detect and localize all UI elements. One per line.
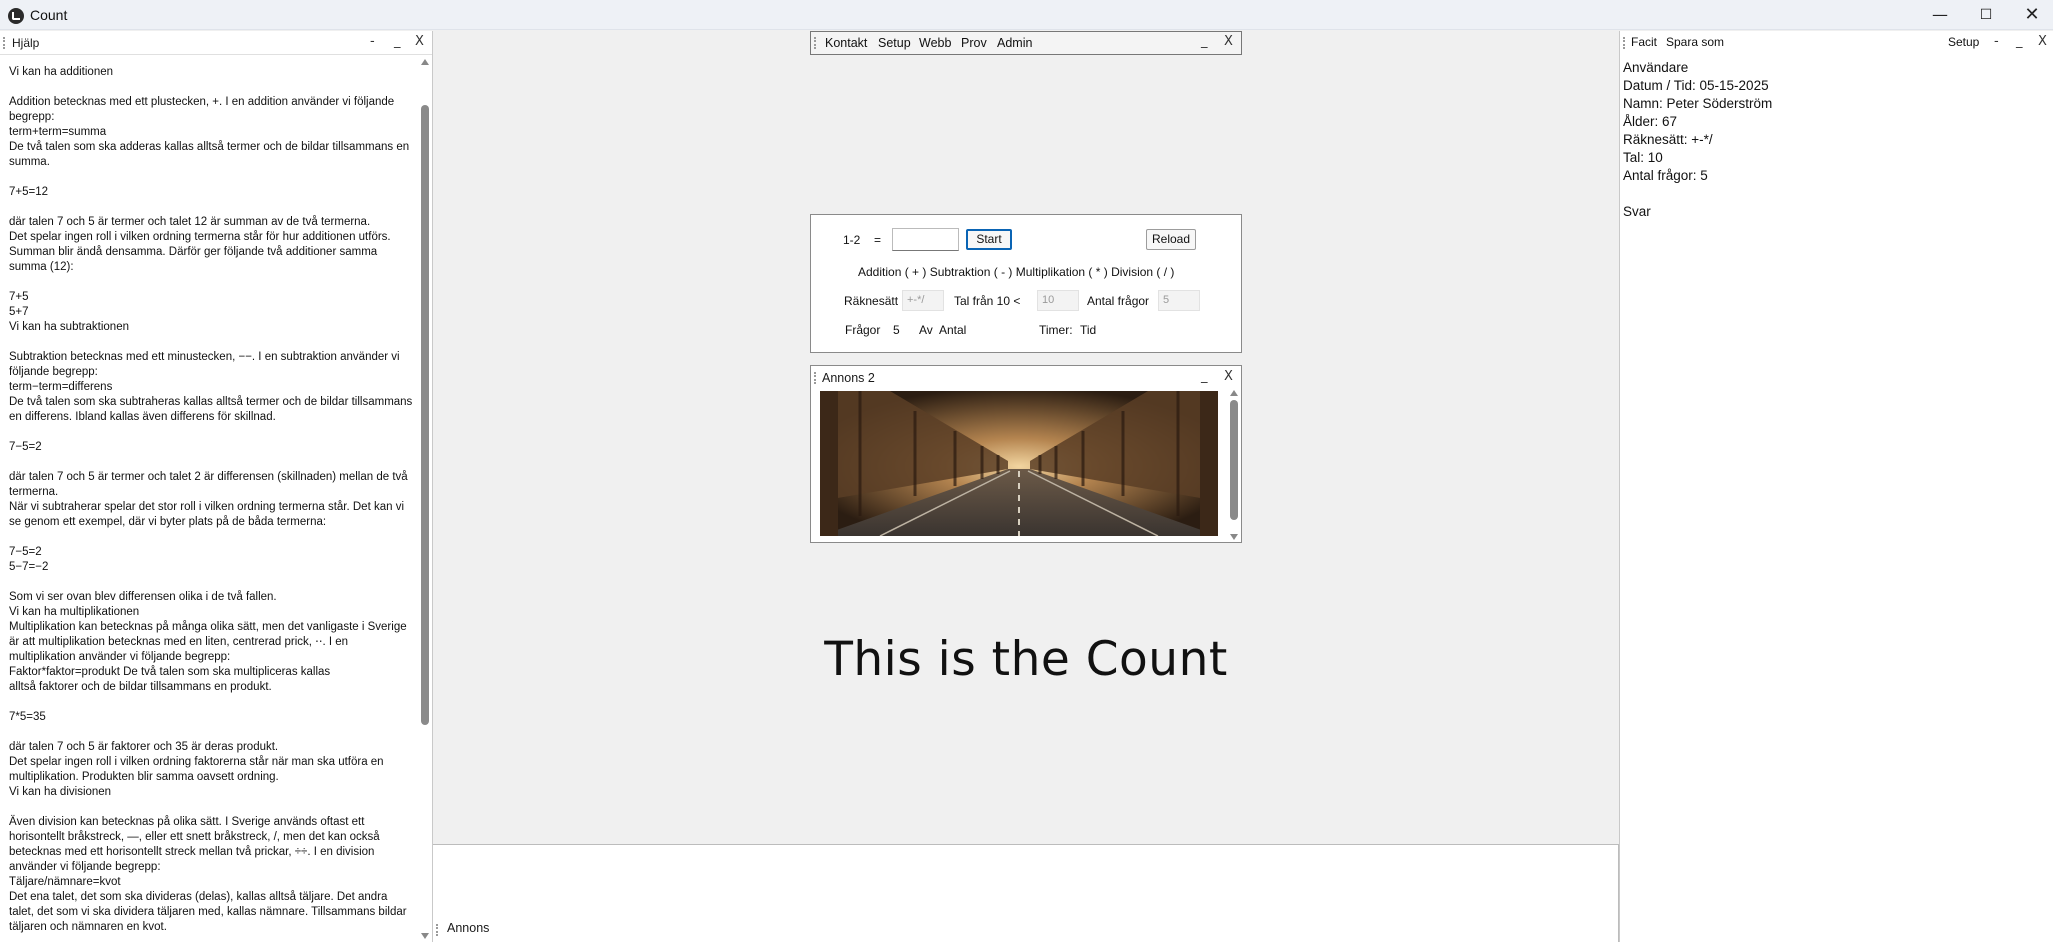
reload-button[interactable]: Reload [1146,229,1196,250]
help-pane-title: Hjälp [12,36,40,50]
equals-sign: = [874,233,882,247]
ad-2-close-button[interactable]: X [1224,369,1233,384]
question-text: 1-2 [843,233,861,247]
ad-pane: Annons [433,844,1619,942]
menu-item-webb[interactable]: Webb [919,36,951,50]
drag-grip-icon[interactable] [436,924,438,936]
result-pane-minimize-button[interactable]: _ [2016,34,2023,49]
result-line-user-heading: Användare [1623,60,1689,75]
tal-fran-label: Tal från 10 < [954,294,1021,308]
fragor-value: 5 [893,323,900,337]
help-pane-minimize-button[interactable]: _ [394,34,401,49]
drag-grip-icon[interactable] [814,372,816,384]
ad-2-scrollbar[interactable] [1229,390,1239,540]
ad-2-title: Annons 2 [822,371,875,385]
scroll-up-arrow-icon[interactable] [1230,390,1238,396]
help-scrollbar[interactable] [420,59,430,939]
menu-item-kontakt[interactable]: Kontakt [825,36,867,50]
scroll-up-arrow-icon[interactable] [421,59,429,65]
menu-item-setup[interactable]: Setup [878,36,911,50]
minimize-window-button[interactable]: — [1917,0,1963,30]
result-line-question-count: Antal frågor: 5 [1623,168,1708,183]
result-text: Användare Datum / Tid: 05-15-2025 Namn: … [1623,59,1772,221]
result-pane-collapse-button[interactable]: - [1994,34,1999,49]
main-title: This is the Count [824,632,1228,687]
help-scroll-thumb[interactable] [421,105,429,725]
result-line-number: Tal: 10 [1623,150,1663,165]
raknesatt-label: Räknesätt [844,294,899,308]
result-line-answers-heading: Svar [1623,204,1651,219]
menu-item-setup-right[interactable]: Setup [1948,35,1979,49]
raknesatt-field: +-*/ [902,290,944,311]
drag-grip-icon[interactable] [814,37,816,49]
result-pane: Facit Spara som Setup - _ X Användare Da… [1619,31,2053,942]
menu-pane-minimize-button[interactable]: _ [1201,34,1208,49]
result-line-name: Namn: Peter Söderström [1623,96,1773,111]
tid-label: Tid [1080,323,1097,337]
menu-item-spara-som[interactable]: Spara som [1666,35,1724,49]
menu-pane: Kontakt Setup Webb Prov Admin _ X [810,31,1242,55]
ad-2-scroll-thumb[interactable] [1230,400,1238,520]
app-icon [8,8,24,24]
tunnel-illustration [820,391,1218,536]
result-line-date: Datum / Tid: 05-15-2025 [1623,78,1769,93]
help-text: Vi kan ha additionen Addition betecknas … [9,66,413,933]
ad-2-minimize-button[interactable]: _ [1201,369,1208,384]
window-title: Count [30,7,68,23]
operations-description: Addition ( + ) Subtraktion ( - ) Multipl… [858,265,1175,279]
av-label: Av [919,323,933,337]
maximize-window-button[interactable]: ☐ [1963,0,2009,30]
answer-input[interactable] [892,228,959,251]
result-line-operations: Räknesätt: +-*/ [1623,132,1713,147]
result-line-age: Ålder: 67 [1623,114,1678,129]
scroll-down-arrow-icon[interactable] [1230,534,1238,540]
window-title-bar: Count — ☐ ✕ [0,0,2053,30]
help-pane-header: Hjälp - _ X [0,31,432,55]
ad-image-tunnel[interactable] [820,391,1218,536]
help-pane: Hjälp - _ X Vi kan ha additionen Additio… [0,31,433,942]
timer-label: Timer: [1039,323,1073,337]
fragor-label: Frågor [845,323,881,337]
drag-grip-icon[interactable] [1623,37,1625,49]
scroll-down-arrow-icon[interactable] [421,933,429,939]
tal-fran-field: 10 [1037,290,1079,311]
result-pane-close-button[interactable]: X [2038,34,2047,49]
antal-label: Antal [939,323,967,337]
close-window-button[interactable]: ✕ [2009,0,2053,30]
result-line-blank: ​ [1623,185,1772,203]
calculator-pane: 1-2 = Start Reload Addition ( + ) Subtra… [810,214,1242,353]
ad-pane-title: Annons [447,921,490,935]
menu-item-facit[interactable]: Facit [1631,35,1657,49]
antal-fragor-label: Antal frågor [1087,294,1150,308]
antal-fragor-field: 5 [1158,290,1200,311]
menu-item-admin[interactable]: Admin [997,36,1032,50]
drag-grip-icon[interactable] [3,37,5,49]
help-pane-close-button[interactable]: X [415,34,424,49]
menu-item-prov[interactable]: Prov [961,36,987,50]
ad-2-pane: Annons 2 _ X [810,365,1242,543]
menu-pane-close-button[interactable]: X [1224,34,1233,49]
start-button[interactable]: Start [966,229,1012,250]
help-pane-collapse-button[interactable]: - [370,34,375,49]
